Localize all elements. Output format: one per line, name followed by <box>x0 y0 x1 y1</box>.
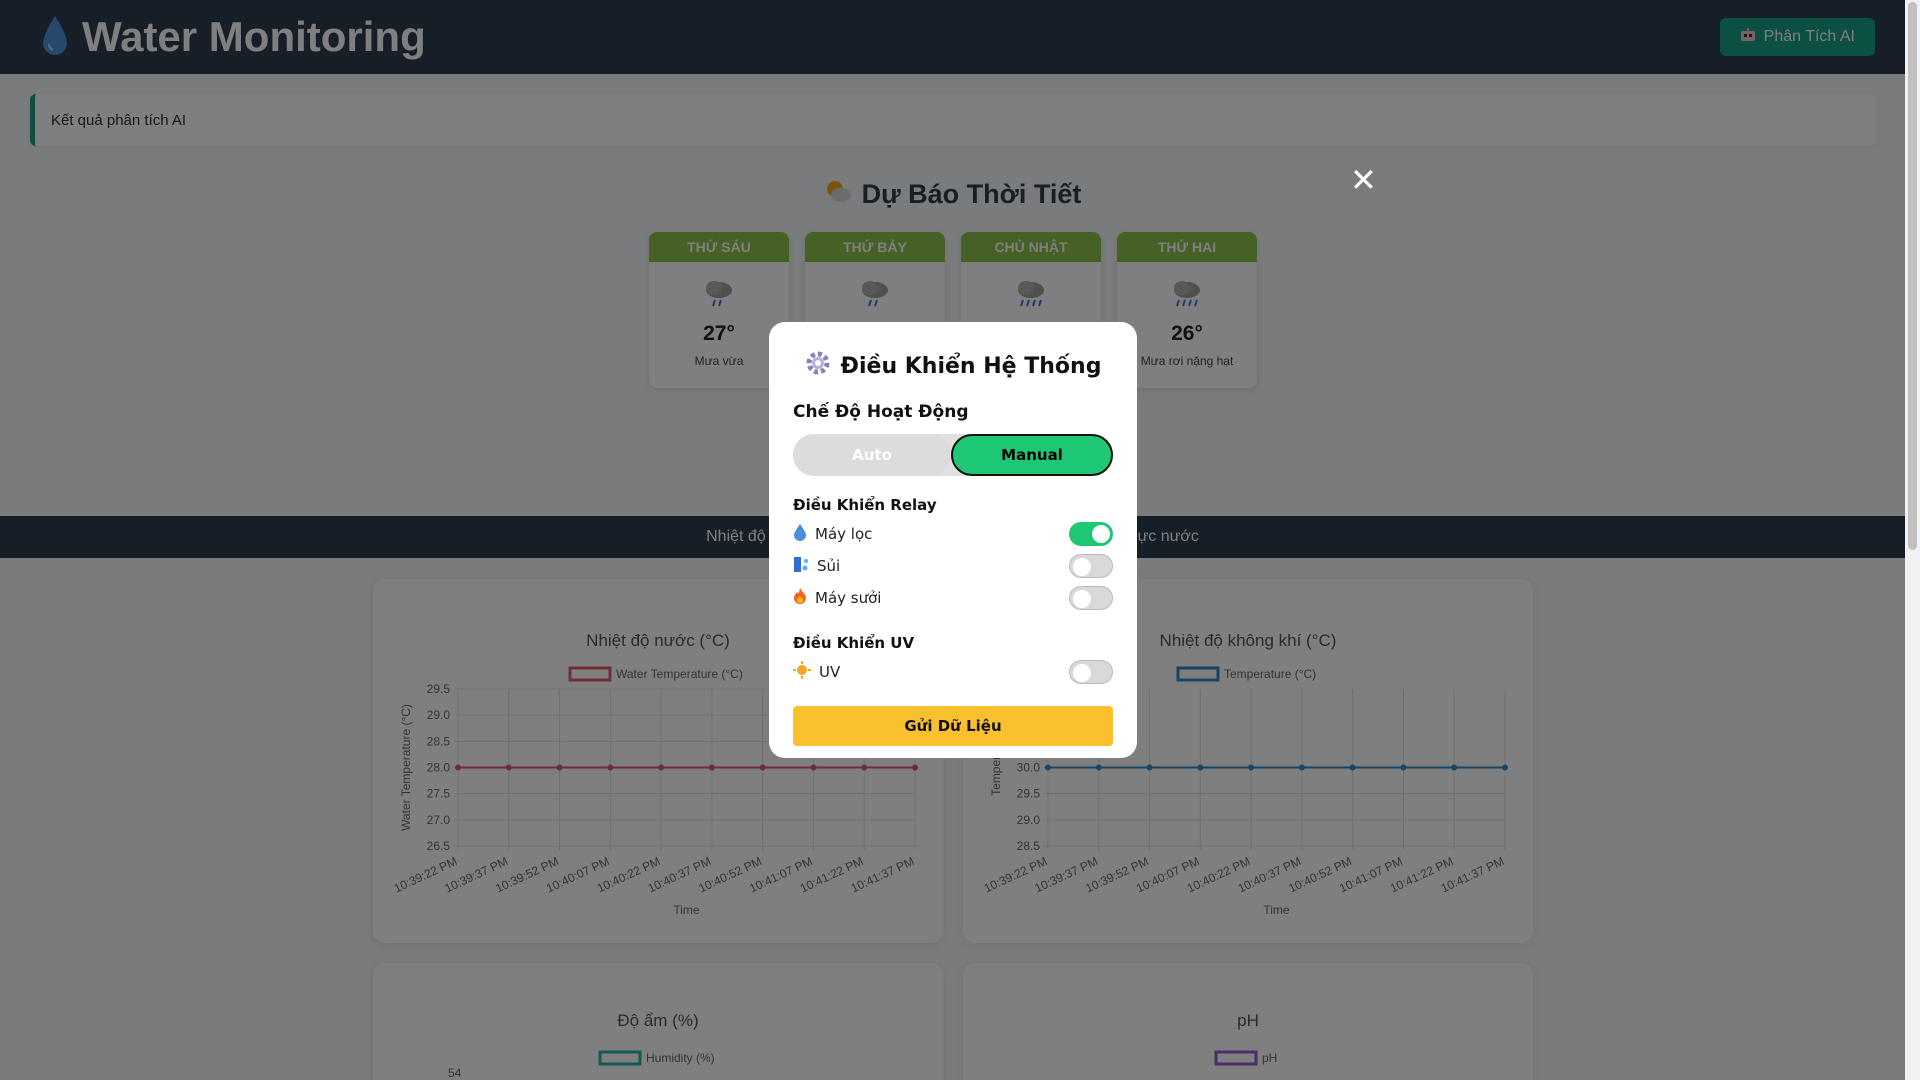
droplet-icon <box>793 523 807 545</box>
sun-icon <box>793 661 811 683</box>
uv-toggle[interactable] <box>1069 660 1113 684</box>
scrollbar-thumb[interactable] <box>1908 2 1917 550</box>
relay-label: Máy lọc <box>815 525 873 543</box>
uv-section-label: Điều Khiển UV <box>793 634 915 652</box>
manual-mode-button[interactable]: Manual <box>951 434 1113 476</box>
filter-toggle[interactable] <box>1069 522 1113 546</box>
uv-label: UV <box>819 663 841 681</box>
relay-row-aerator: Sủi <box>793 550 1113 582</box>
relay-label: Máy sưởi <box>815 589 882 607</box>
aerator-toggle[interactable] <box>1069 554 1113 578</box>
relay-section-label: Điều Khiển Relay <box>793 496 937 514</box>
fire-icon <box>793 587 807 609</box>
page-scrollbar[interactable] <box>1905 0 1920 1080</box>
mode-label: Chế Độ Hoạt Động <box>793 402 969 422</box>
relay-row-heater: Máy sưởi <box>793 582 1113 614</box>
relay-row-filter: Máy lọc <box>793 518 1113 550</box>
gear-icon <box>805 350 831 382</box>
heater-toggle[interactable] <box>1069 586 1113 610</box>
relay-label: Sủi <box>817 557 841 575</box>
mode-toggle: Auto Manual <box>793 434 1113 476</box>
close-icon[interactable]: ✕ <box>1350 164 1377 196</box>
send-data-button[interactable]: Gửi Dữ Liệu <box>793 706 1113 746</box>
modal-title: Điều Khiển Hệ Thống <box>793 350 1113 382</box>
relay-row-uv: UV <box>793 656 1113 688</box>
bubbles-icon <box>793 555 809 577</box>
system-control-modal: Điều Khiển Hệ Thống Chế Độ Hoạt Động Aut… <box>769 322 1137 758</box>
auto-mode-button[interactable]: Auto <box>793 434 951 476</box>
modal-title-text: Điều Khiển Hệ Thống <box>840 353 1102 379</box>
